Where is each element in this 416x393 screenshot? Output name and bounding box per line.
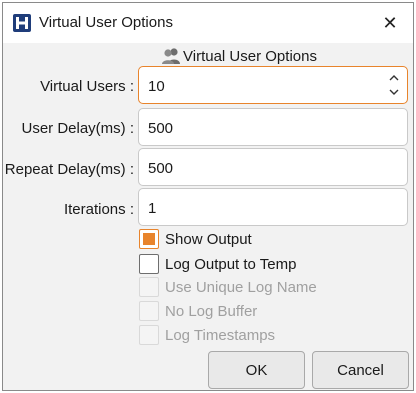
- close-icon: ✕: [382, 12, 398, 33]
- log-output-to-temp-label[interactable]: Log Output to Temp: [165, 256, 296, 273]
- spinner-arrows-icon[interactable]: [388, 72, 400, 98]
- show-output-label[interactable]: Show Output: [165, 231, 252, 248]
- ok-button-label: OK: [245, 361, 268, 379]
- no-log-buffer-checkbox: [139, 301, 159, 321]
- cancel-button-label: Cancel: [337, 361, 384, 379]
- window-title: Virtual User Options: [39, 14, 173, 31]
- log-timestamps-checkbox: [139, 325, 159, 345]
- use-unique-log-name-label: Use Unique Log Name: [165, 279, 317, 296]
- ok-button[interactable]: OK: [208, 351, 305, 389]
- virtual-users-spinner[interactable]: 10: [138, 66, 408, 104]
- dialog-heading: Virtual User Options: [183, 47, 317, 65]
- use-unique-log-name-checkbox: [139, 277, 159, 297]
- users-icon: [162, 48, 181, 64]
- cancel-button[interactable]: Cancel: [312, 351, 409, 389]
- close-button[interactable]: ✕: [367, 3, 413, 43]
- virtual-users-label: Virtual Users :: [40, 78, 134, 95]
- user-delay-input[interactable]: 500: [138, 108, 408, 146]
- user-delay-label: User Delay(ms) :: [21, 120, 134, 137]
- dialog-header: Virtual User Options: [3, 45, 413, 67]
- repeat-delay-input[interactable]: 500: [138, 148, 408, 186]
- dialog-window: Virtual User Options ✕ Virtual User Opti…: [2, 2, 414, 391]
- log-timestamps-label: Log Timestamps: [165, 327, 276, 344]
- repeat-delay-value: 500: [148, 160, 174, 177]
- virtual-users-value: 10: [148, 78, 165, 95]
- user-delay-value: 500: [148, 120, 174, 137]
- title-bar: Virtual User Options ✕: [3, 3, 413, 43]
- iterations-label: Iterations :: [63, 201, 134, 218]
- app-icon: [13, 14, 31, 32]
- iterations-input[interactable]: 1: [138, 188, 408, 226]
- show-output-checkbox[interactable]: [139, 229, 159, 249]
- log-output-to-temp-checkbox[interactable]: [139, 254, 159, 274]
- no-log-buffer-label: No Log Buffer: [165, 303, 258, 320]
- repeat-delay-label: Repeat Delay(ms) :: [4, 161, 134, 178]
- iterations-value: 1: [148, 200, 157, 217]
